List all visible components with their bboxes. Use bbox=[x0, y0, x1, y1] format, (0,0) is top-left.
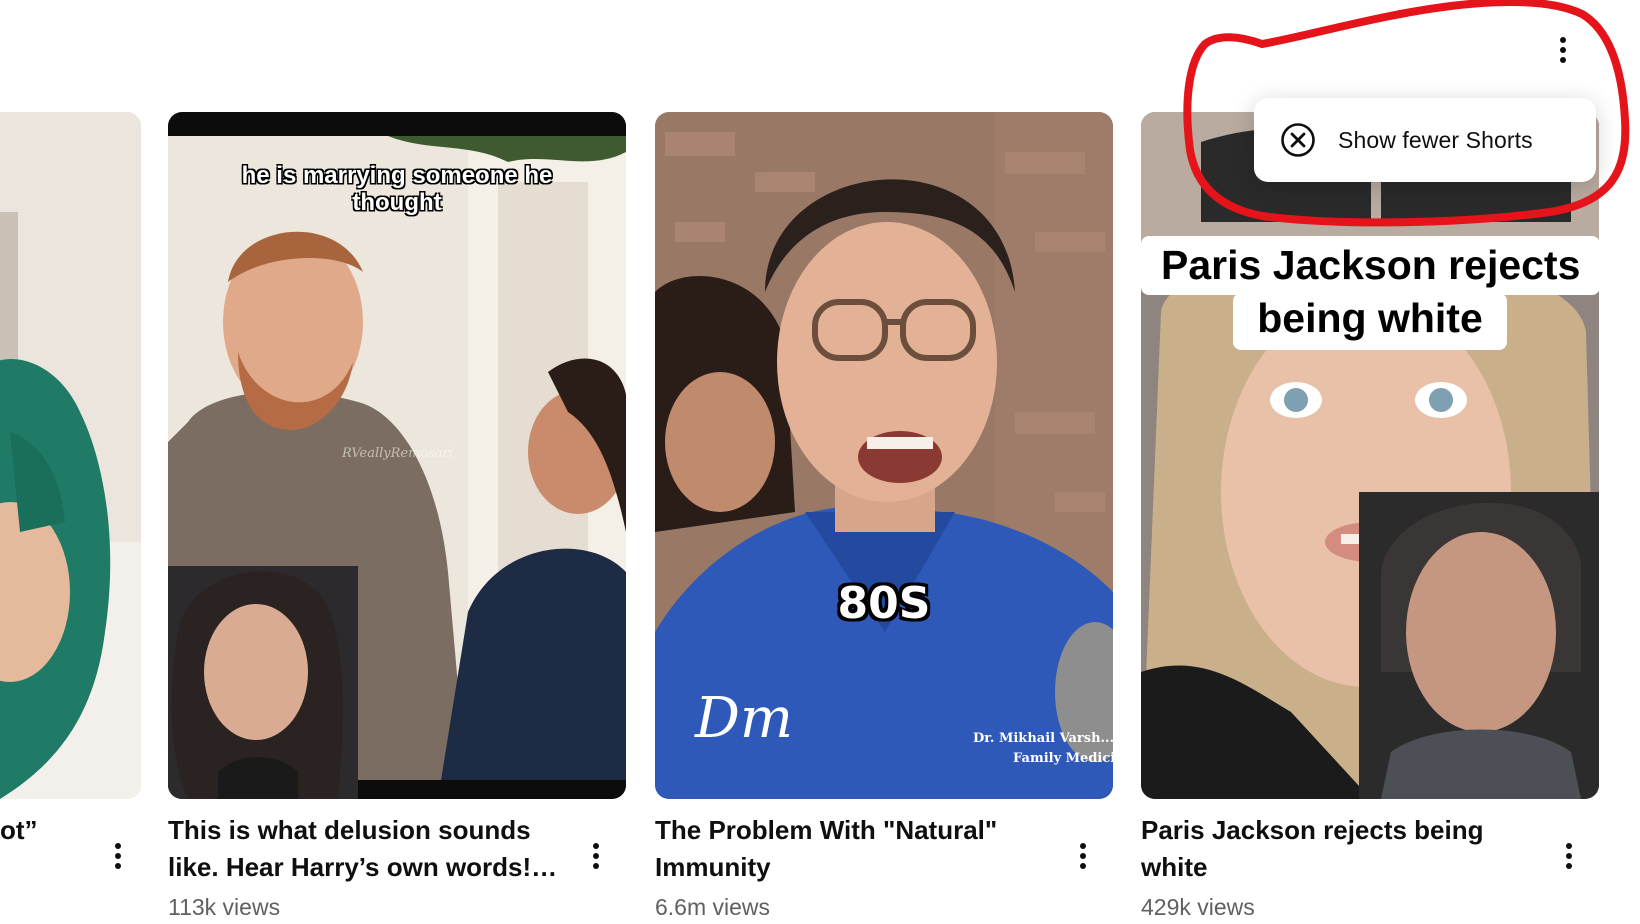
menu-item-label: Show fewer Shorts bbox=[1338, 126, 1533, 153]
more-vert-icon bbox=[1080, 843, 1086, 849]
short-card: Dm Dr. Mikhail Varsh... Family Medicine … bbox=[655, 112, 1113, 920]
video-caption: 80S bbox=[837, 578, 931, 629]
short-view-count: 6.6m views bbox=[655, 894, 771, 920]
video-caption: he is marrying someone he thought bbox=[241, 162, 553, 216]
lower-third-title: Family Medicine bbox=[1013, 751, 1113, 766]
short-card: Paris Jackson rejects being white Paris … bbox=[1141, 112, 1599, 920]
short-more-button[interactable] bbox=[98, 826, 138, 886]
show-fewer-shorts-menu-item[interactable]: Show fewer Shorts bbox=[1254, 98, 1596, 182]
video-caption-line2: being white bbox=[1233, 293, 1507, 350]
watermark-text: RVeallyRemosari bbox=[341, 446, 453, 461]
short-view-count: 113k views bbox=[168, 894, 281, 920]
shorts-shelf: Show fewer Shorts ot” RVeallyRemosari he… bbox=[0, 0, 1640, 924]
short-thumbnail[interactable]: RVeallyRemosari he is marrying someone h… bbox=[168, 112, 626, 799]
short-thumbnail[interactable] bbox=[0, 112, 141, 799]
short-more-button[interactable] bbox=[576, 826, 616, 886]
circle-x-icon bbox=[1281, 123, 1315, 157]
short-thumbnail[interactable]: Paris Jackson rejects being white bbox=[1141, 112, 1599, 799]
shelf-more-button[interactable] bbox=[1543, 30, 1583, 70]
short-title[interactable]: The Problem With "Natural" Immunity bbox=[655, 812, 1045, 886]
more-vert-icon bbox=[1560, 37, 1566, 43]
short-title[interactable]: Paris Jackson rejects being white bbox=[1141, 812, 1531, 886]
short-card: ot” bbox=[0, 112, 141, 869]
video-caption-line1: Paris Jackson rejects bbox=[1141, 236, 1599, 295]
short-view-count: 429k views bbox=[1141, 894, 1255, 920]
more-vert-icon bbox=[593, 843, 599, 849]
channel-logo: Dm bbox=[694, 686, 793, 751]
more-vert-icon bbox=[115, 843, 121, 849]
short-title[interactable]: ot” bbox=[0, 812, 60, 849]
video-caption-block: Paris Jackson rejects being white bbox=[1141, 236, 1599, 350]
short-thumbnail[interactable]: Dm Dr. Mikhail Varsh... Family Medicine … bbox=[655, 112, 1113, 799]
lower-third-name: Dr. Mikhail Varsh... bbox=[973, 731, 1113, 746]
short-more-button[interactable] bbox=[1063, 826, 1103, 886]
short-card: RVeallyRemosari he is marrying someone h… bbox=[168, 112, 626, 920]
shelf-popup-menu: Show fewer Shorts bbox=[1254, 98, 1596, 182]
short-title[interactable]: This is what delusion sounds like. Hear … bbox=[168, 812, 558, 886]
short-more-button[interactable] bbox=[1549, 826, 1589, 886]
more-vert-icon bbox=[1566, 843, 1572, 849]
